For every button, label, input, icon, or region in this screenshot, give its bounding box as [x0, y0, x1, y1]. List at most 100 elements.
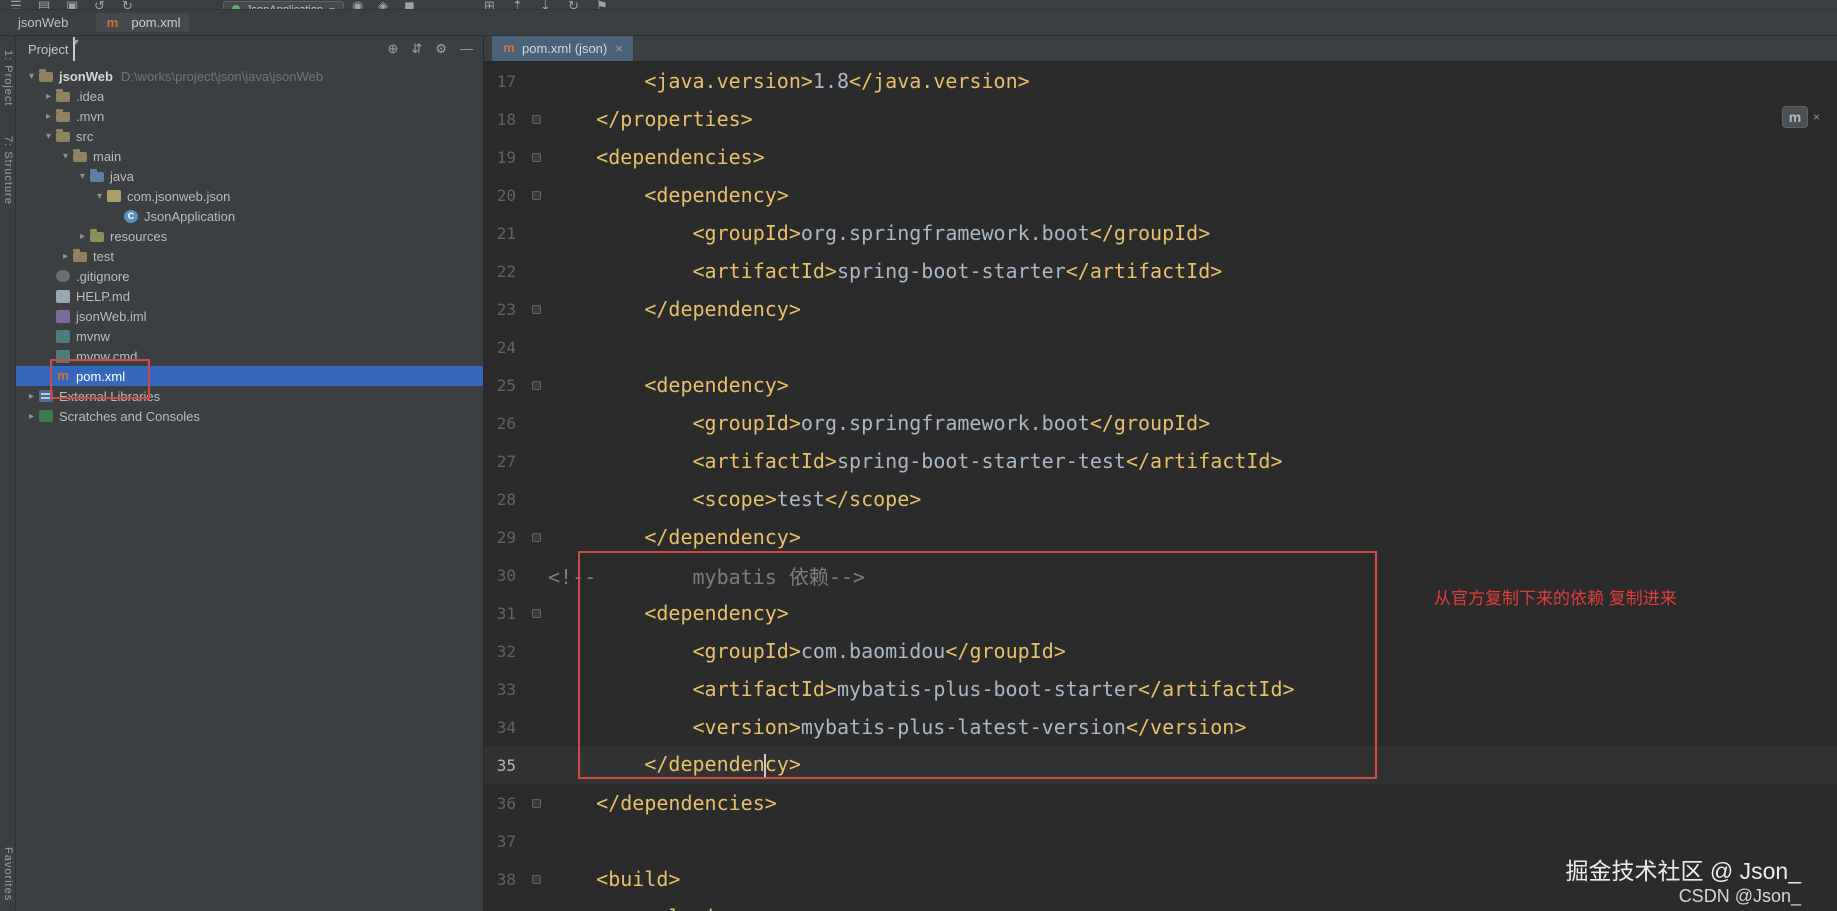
fold-marker-icon[interactable] — [524, 799, 548, 808]
tree-down-arrow-icon[interactable]: ▾ — [41, 131, 56, 142]
fold-marker-icon[interactable] — [524, 875, 548, 884]
tree-right-arrow-icon[interactable]: ▸ — [58, 251, 73, 262]
xml-text: spring-boot-starter — [837, 259, 1066, 283]
fold-marker-icon[interactable] — [524, 305, 548, 314]
arrow-down-icon[interactable]: ⇣ — [540, 0, 551, 10]
tree-item-label: com.jsonweb.json — [127, 189, 230, 204]
tree-item-jsonweb[interactable]: ▾jsonWebD:\works\project\json\java\jsonW… — [16, 66, 483, 86]
code-line-26[interactable]: 26<groupId>org.springframework.boot</gro… — [484, 404, 1837, 442]
run-configuration-select[interactable]: JsonApplication ▾ — [223, 1, 344, 10]
tree-right-arrow-icon[interactable]: ▸ — [41, 91, 56, 102]
xml-tag: <groupId> — [692, 411, 800, 435]
stop-icon[interactable]: ◼ — [404, 0, 415, 10]
code-line-32[interactable]: 32<groupId>com.baomidou</groupId> — [484, 632, 1837, 670]
debug-icon[interactable]: ◉ — [352, 0, 363, 10]
code-line-36[interactable]: 36</dependencies> — [484, 784, 1837, 822]
breadcrumb-file[interactable]: pom.xml — [96, 13, 189, 32]
tree-down-arrow-icon[interactable]: ▾ — [58, 151, 73, 162]
gear-icon[interactable]: ⚙ — [435, 41, 447, 57]
code-editor[interactable]: 17<java.version>1.8</java.version>18</pr… — [484, 62, 1837, 911]
tree-item-gitignore[interactable]: .gitignore — [16, 266, 483, 286]
tree-right-arrow-icon[interactable]: ▸ — [24, 391, 39, 402]
code-line-21[interactable]: 21<groupId>org.springframework.boot</gro… — [484, 214, 1837, 252]
sort-icon[interactable]: ⇵ — [411, 41, 422, 57]
tool-window-button-structure[interactable]: 7: Structure — [2, 136, 14, 205]
flag-icon[interactable]: ⚑ — [596, 0, 608, 10]
fold-marker-icon[interactable] — [524, 381, 548, 390]
maven-icon — [502, 42, 516, 54]
code-line-22[interactable]: 22<artifactId>spring-boot-starter</artif… — [484, 252, 1837, 290]
code-line-19[interactable]: 19<dependencies> — [484, 138, 1837, 176]
arrow-up-icon[interactable]: ⇡ — [512, 0, 523, 10]
fold-marker-icon[interactable] — [524, 115, 548, 124]
redo-icon[interactable]: ↻ — [122, 0, 133, 10]
editor-tab-pom-xml[interactable]: pom.xml (json) × — [492, 35, 633, 61]
tree-down-arrow-icon[interactable]: ▾ — [75, 171, 90, 182]
code-line-28[interactable]: 28<scope>test</scope> — [484, 480, 1837, 518]
fold-marker-icon[interactable] — [524, 609, 548, 618]
code-line-33[interactable]: 33<artifactId>mybatis-plus-boot-starter<… — [484, 670, 1837, 708]
refresh-icon[interactable]: ↻ — [568, 0, 579, 10]
tree-item-scratches-and-consoles[interactable]: ▸Scratches and Consoles — [16, 406, 483, 426]
tree-item-mvn[interactable]: ▸.mvn — [16, 106, 483, 126]
breadcrumb-project[interactable]: jsonWeb — [18, 15, 68, 30]
grid-icon[interactable]: ⊞ — [484, 0, 495, 10]
code-text: <java.version>1.8</java.version> — [548, 69, 1030, 93]
line-number: 25 — [484, 376, 524, 395]
code-line-34[interactable]: 34<version>mybatis-plus-latest-version</… — [484, 708, 1837, 746]
code-line-37[interactable]: 37 — [484, 822, 1837, 860]
project-panel-title[interactable]: Project — [28, 42, 68, 57]
tree-right-arrow-icon[interactable]: ▸ — [24, 411, 39, 422]
xml-tag: <build> — [596, 867, 680, 891]
close-icon[interactable]: × — [615, 41, 623, 56]
save-icon[interactable]: ▣ — [66, 0, 78, 10]
code-text: <scope>test</scope> — [548, 487, 921, 511]
tree-right-arrow-icon[interactable]: ▸ — [75, 231, 90, 242]
fold-marker-icon[interactable] — [524, 153, 548, 162]
menu-icon[interactable]: ☰ — [10, 0, 22, 10]
tree-item-test[interactable]: ▸test — [16, 246, 483, 266]
code-line-35[interactable]: 35</dependency> — [484, 746, 1837, 784]
tree-item-label: resources — [110, 229, 167, 244]
tool-window-button-project[interactable]: 1: Project — [2, 50, 14, 106]
tree-item-main[interactable]: ▾main — [16, 146, 483, 166]
line-number: 34 — [484, 718, 524, 737]
tree-item-pom-xml[interactable]: pom.xml — [16, 366, 483, 386]
script-icon — [56, 350, 70, 363]
code-line-27[interactable]: 27<artifactId>spring-boot-starter-test</… — [484, 442, 1837, 480]
tree-item-idea[interactable]: ▸ .idea — [16, 86, 483, 106]
code-line-18[interactable]: 18</properties> — [484, 100, 1837, 138]
tree-item-jsonweb-iml[interactable]: jsonWeb.iml — [16, 306, 483, 326]
tree-item-mvnw-cmd[interactable]: mvnw.cmd — [16, 346, 483, 366]
close-icon[interactable]: × — [1813, 110, 1820, 124]
folder-open-icon[interactable]: ▤ — [38, 0, 50, 10]
code-text: </dependency> — [548, 752, 801, 778]
tree-item-mvnw[interactable]: mvnw — [16, 326, 483, 346]
tree-item-help-md[interactable]: HELP.md — [16, 286, 483, 306]
tree-right-arrow-icon[interactable]: ▸ — [41, 111, 56, 122]
fold-marker-icon[interactable] — [524, 533, 548, 542]
tree-item-com-jsonweb-json[interactable]: ▾ com.jsonweb.json — [16, 186, 483, 206]
tree-down-arrow-icon[interactable]: ▾ — [24, 71, 39, 82]
coverage-icon[interactable]: ◈ — [378, 0, 388, 10]
code-line-20[interactable]: 20<dependency> — [484, 176, 1837, 214]
tree-down-arrow-icon[interactable]: ▾ — [92, 191, 107, 202]
tree-item-java[interactable]: ▾java — [16, 166, 483, 186]
tree-item-label: .idea — [76, 89, 104, 104]
tool-window-button-favorites[interactable]: Favorites — [2, 847, 14, 901]
hide-icon[interactable]: — — [460, 41, 473, 57]
fold-marker-icon[interactable] — [524, 191, 548, 200]
tree-item-label: mvnw — [76, 329, 110, 344]
code-line-17[interactable]: 17<java.version>1.8</java.version> — [484, 62, 1837, 100]
tree-item-jsonapplication[interactable]: JsonApplication — [16, 206, 483, 226]
code-line-23[interactable]: 23</dependency> — [484, 290, 1837, 328]
code-line-24[interactable]: 24 — [484, 328, 1837, 366]
maven-icon[interactable]: m — [1782, 106, 1808, 128]
tree-item-src[interactable]: ▾src — [16, 126, 483, 146]
tree-item-resources[interactable]: ▸ resources — [16, 226, 483, 246]
undo-icon[interactable]: ↺ — [94, 0, 105, 10]
code-line-25[interactable]: 25<dependency> — [484, 366, 1837, 404]
tree-item-external-libraries[interactable]: ▸External Libraries — [16, 386, 483, 406]
code-line-29[interactable]: 29</dependency> — [484, 518, 1837, 556]
locate-icon[interactable]: ⊕ — [388, 41, 399, 57]
